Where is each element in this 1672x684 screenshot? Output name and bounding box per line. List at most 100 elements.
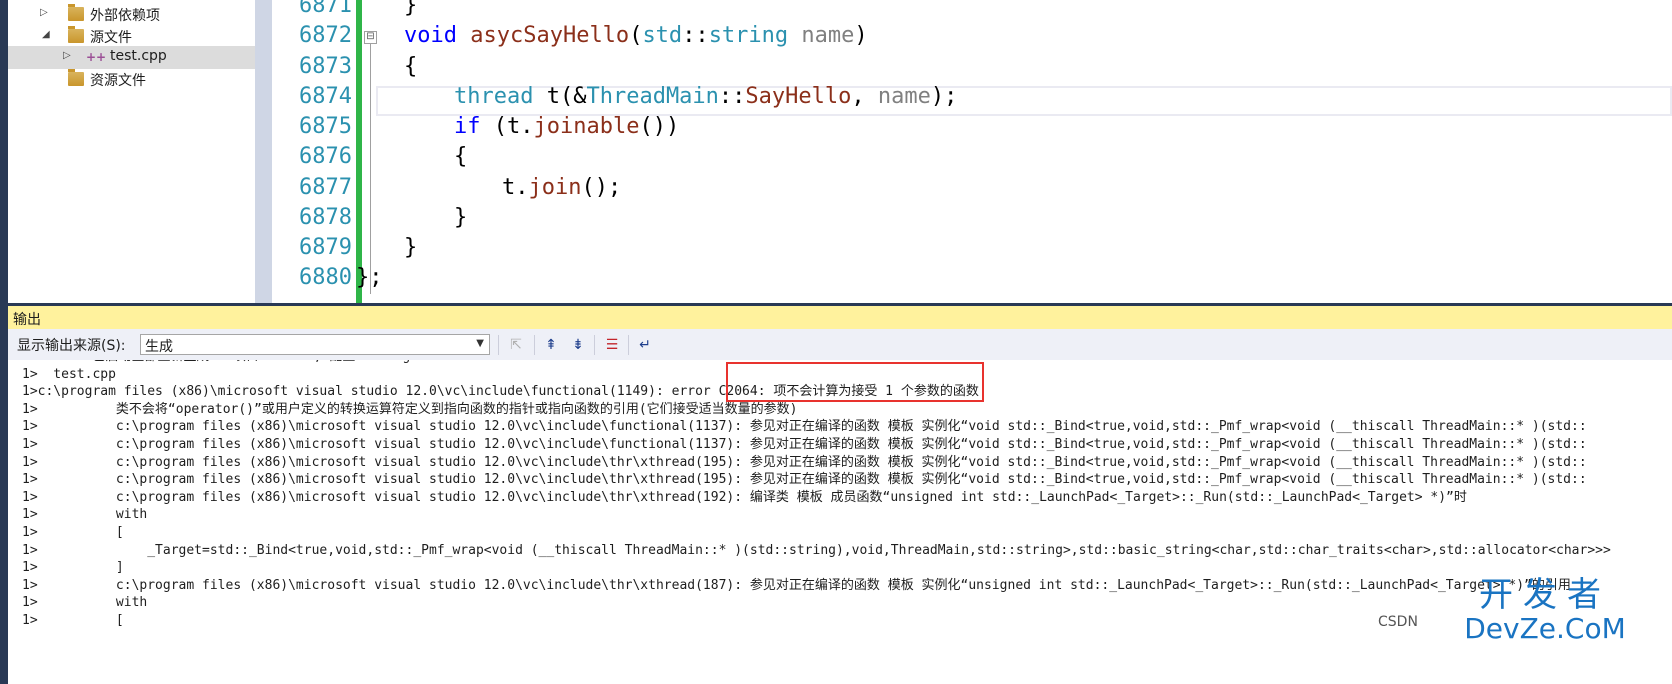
chevron-down-icon[interactable]: ▼ [476, 338, 484, 349]
tree-item-source-files[interactable]: ◢ 源文件 [8, 25, 255, 48]
clear-all-icon[interactable]: ☰ [601, 335, 623, 355]
previous-message-icon[interactable]: ⇞ [540, 335, 562, 355]
output-line: 1> with [22, 507, 148, 523]
param-token: name [877, 84, 931, 109]
output-line: 1> c:\program files (x86)\microsoft visu… [22, 419, 1587, 435]
output-panel-title: 输出 [13, 312, 41, 328]
line-number: 6872 [299, 23, 352, 48]
tree-item-external-deps[interactable]: ▷ 外部依赖项 [8, 3, 255, 26]
code-text: }; [356, 265, 383, 290]
code-token: t(& [533, 84, 587, 109]
output-line: 1> with [22, 595, 148, 611]
output-line: 1> [ [22, 525, 124, 540]
output-line: 1> [ [22, 613, 124, 628]
code-line[interactable]: 6876 { [272, 141, 1672, 173]
code-text: if (t.joinable()) [454, 111, 679, 143]
code-text: { [454, 144, 468, 169]
folder-open-icon [68, 26, 84, 43]
output-panel-header[interactable]: 输出 [8, 303, 1672, 329]
code-token: ()) [639, 114, 680, 139]
function-token: joinable [533, 114, 640, 139]
output-line: 1> test.cpp [22, 366, 116, 382]
code-token: (); [581, 175, 622, 200]
code-line[interactable]: 6871 } [272, 0, 1672, 22]
cpp-file-icon: ++ [86, 50, 107, 64]
code-token: :: [718, 84, 746, 109]
punct-token: ) [854, 23, 868, 48]
punct-token: ( [629, 23, 643, 48]
code-line[interactable]: 6879 } [272, 232, 1672, 264]
type-token: thread [454, 84, 534, 109]
line-number: 6878 [299, 205, 352, 230]
output-source-select[interactable]: 生成 ▼ [140, 334, 490, 355]
folder-icon [68, 69, 84, 86]
param-token: name [801, 23, 855, 48]
code-line[interactable]: 6875 if (t.joinable()) [272, 111, 1672, 143]
code-line[interactable]: 6872 void asycSayHello(std::string name) [272, 20, 1672, 52]
output-source-value: 生成 [145, 339, 173, 355]
punct-token: :: [682, 23, 709, 48]
watermark-csdn: CSDN [1378, 614, 1418, 630]
line-number: 6875 [299, 114, 352, 139]
code-line[interactable]: 6880 }; [272, 262, 1672, 294]
output-toolbar: 显示输出来源(S): 生成 ▼ ⇱ ⇞ ⇟ ☰ ↵ [8, 329, 1672, 361]
code-text: { [404, 54, 418, 79]
folder-icon [68, 4, 84, 21]
output-line: 1> c:\program files (x86)\microsoft visu… [22, 577, 1571, 593]
output-line: 1> ] [22, 560, 124, 576]
code-text: } [404, 0, 418, 18]
tree-item-label: test.cpp [110, 48, 167, 64]
toolbar-separator [534, 335, 535, 355]
code-line[interactable]: 6877 t.join(); [272, 172, 1672, 204]
keyword-token: if [454, 114, 481, 139]
tree-item-test-cpp[interactable]: ▷ ++ test.cpp [8, 46, 255, 69]
tree-item-label: 资源文件 [90, 73, 146, 89]
output-line: 1> c:\program files (x86)\microsoft visu… [22, 472, 1587, 488]
watermark-en: DevZe.CoM [1464, 612, 1626, 645]
code-line[interactable]: 6874 thread t(&ThreadMain::SayHello, nam… [272, 81, 1672, 113]
function-token: join [528, 175, 582, 200]
function-token: SayHello [745, 84, 852, 109]
error-highlight-box [726, 362, 984, 402]
output-source-label: 显示输出来源(S): [17, 338, 126, 354]
code-text: } [404, 235, 418, 260]
code-token: t. [502, 175, 529, 200]
code-token: ); [930, 84, 958, 109]
tree-item-resource-files[interactable]: 资源文件 [8, 68, 255, 91]
code-text: void asycSayHello(std::string name) [404, 20, 868, 52]
code-text: } [454, 205, 468, 230]
line-number: 6880 [299, 265, 352, 290]
tree-item-label: 外部依赖项 [90, 8, 160, 24]
line-number: 6879 [299, 235, 352, 260]
next-message-icon[interactable]: ⇟ [567, 335, 589, 355]
output-line: 1> c:\program files (x86)\microsoft visu… [22, 454, 1587, 470]
code-editor[interactable]: ⊟ 6871 } 6872 void asycSayHello(std::str… [272, 0, 1672, 303]
panel-splitter[interactable] [255, 0, 272, 303]
code-text: t.join(); [502, 172, 621, 204]
code-token: (t. [480, 114, 534, 139]
line-number: 6871 [299, 0, 352, 18]
expand-arrow-icon[interactable]: ▷ [40, 7, 48, 18]
type-token: string [708, 23, 789, 48]
collapse-arrow-icon[interactable]: ◢ [42, 29, 50, 40]
window-frame [0, 0, 8, 684]
function-token: asycSayHello [470, 23, 630, 48]
line-number: 6874 [299, 84, 352, 109]
code-line[interactable]: 6873 { [272, 51, 1672, 83]
output-line: 1> c:\program files (x86)\microsoft visu… [22, 437, 1587, 452]
type-token: std [642, 23, 683, 48]
line-number: 6876 [299, 144, 352, 169]
toolbar-separator [594, 335, 595, 355]
output-line: 1> _Target=std::_Bind<true,void,std::_Pm… [22, 542, 1611, 558]
word-wrap-icon[interactable]: ↵ [634, 335, 656, 355]
tree-item-label: 源文件 [90, 30, 132, 46]
go-to-line-icon[interactable]: ⇱ [505, 335, 527, 355]
line-number: 6873 [299, 54, 352, 79]
output-line: 1> c:\program files (x86)\microsoft visu… [22, 489, 1467, 505]
watermark-logo: 开发者 DevZe.CoM [1420, 576, 1670, 644]
keyword-token: void [404, 23, 457, 48]
code-line[interactable]: 6878 } [272, 202, 1672, 234]
solution-explorer-tree: ▷ 外部依赖项 ◢ 源文件 ▷ ++ test.cpp 资源文件 [8, 0, 256, 303]
expand-arrow-icon[interactable]: ▷ [63, 50, 71, 61]
toolbar-separator [628, 335, 629, 355]
